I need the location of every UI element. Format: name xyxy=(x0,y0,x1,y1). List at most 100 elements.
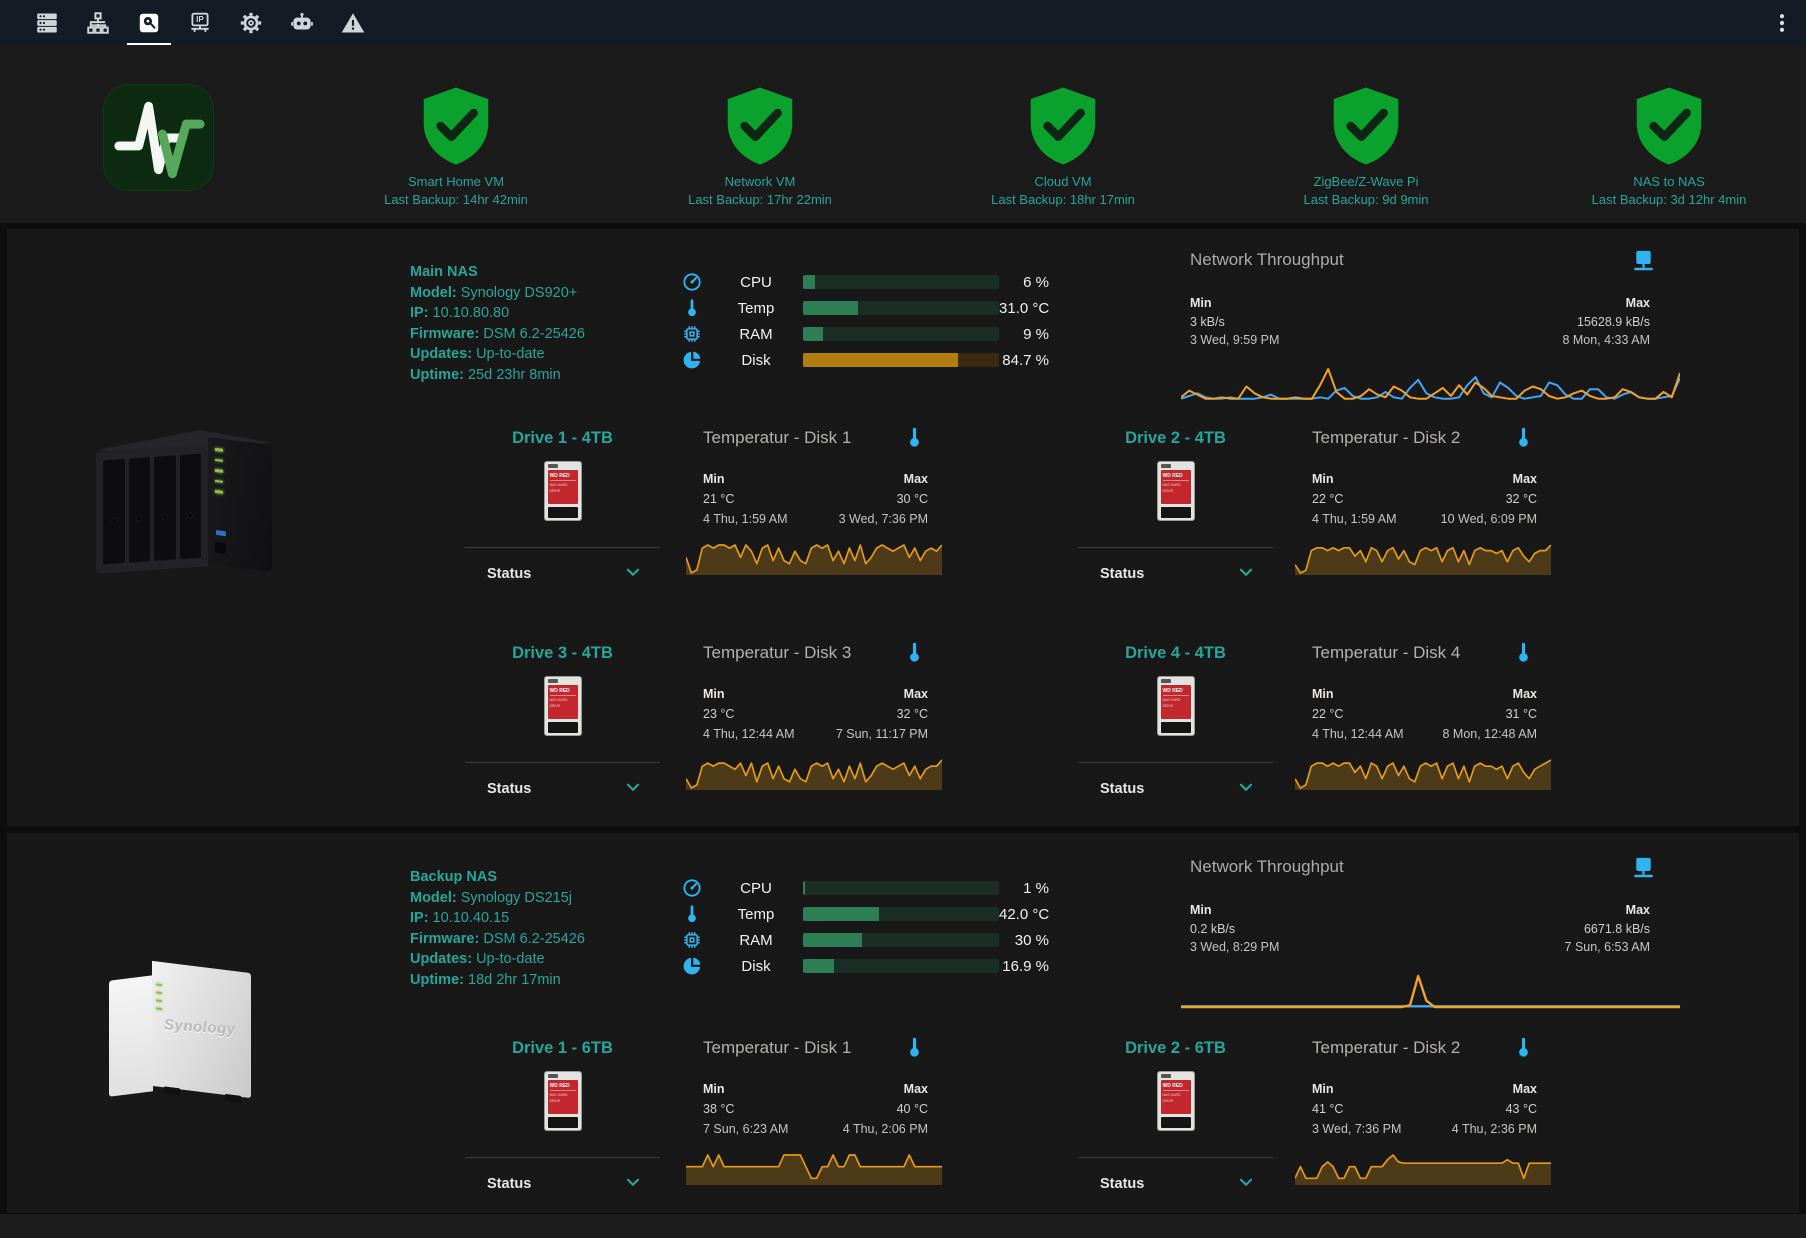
network-computer-icon xyxy=(1630,248,1657,280)
divider xyxy=(465,1157,660,1158)
ram-bar xyxy=(803,933,999,947)
backup-last-time: Last Backup: 18hr 17min xyxy=(913,191,1213,209)
drive-status-toggle[interactable]: Status xyxy=(1078,1167,1273,1201)
disk-temp-title: Temperatur - Disk 1 xyxy=(703,1038,851,1058)
thermometer-icon xyxy=(902,1035,927,1065)
drive-title: Drive 2 - 4TB xyxy=(1078,425,1273,448)
chevron-down-icon[interactable] xyxy=(1235,776,1257,803)
gauge-row-ram: RAM 9 % xyxy=(681,321,1049,347)
thermometer-icon xyxy=(681,903,703,925)
backup-last-time: Last Backup: 9d 9min xyxy=(1216,191,1516,209)
drive-status-toggle[interactable]: Status xyxy=(1078,772,1273,806)
hard-disk-icon[interactable] xyxy=(125,0,173,45)
min-time: 3 Wed, 9:59 PM xyxy=(1190,331,1279,350)
min-label: Min xyxy=(1190,901,1279,920)
settings-gear-icon[interactable] xyxy=(227,0,275,45)
thermometer-icon xyxy=(681,297,703,319)
nas-title: Backup NAS xyxy=(410,867,710,888)
server-rack-icon[interactable] xyxy=(23,0,71,45)
chevron-down-icon[interactable] xyxy=(622,776,644,803)
disk-temp-card-4: Temperatur - Disk 4 Min22 °C4 Thu, 12:44… xyxy=(1293,640,1555,798)
disk-temp-title: Temperatur - Disk 1 xyxy=(703,428,851,448)
gauge-row-cpu: CPU 1 % xyxy=(681,875,1049,901)
drive-card-4: Drive 4 - 4TB WD REDNAS HARD DRIVE Statu… xyxy=(1078,640,1273,818)
disk-bar xyxy=(803,353,999,367)
backup-status-item: Smart Home VMLast Backup: 14hr 42min xyxy=(306,86,606,208)
cpu-bar xyxy=(803,275,999,289)
robot-icon[interactable] xyxy=(278,0,326,45)
backup-name: NAS to NAS xyxy=(1519,173,1806,191)
backup-nas-section: Synology Backup NAS Model: Synology DS21… xyxy=(7,833,1799,1213)
drive-title: Drive 1 - 4TB xyxy=(465,425,660,448)
chevron-down-icon[interactable] xyxy=(1235,561,1257,588)
gauge-row-ram: RAM 30 % xyxy=(681,927,1049,953)
network-throughput-chart xyxy=(1181,366,1680,402)
network-sitemap-icon[interactable] xyxy=(74,0,122,45)
min-label: Min xyxy=(1190,294,1279,313)
disk-bar xyxy=(803,959,999,973)
disk-temp-card-1: Temperatur - Disk 1 Min21 °C4 Thu, 1:59 … xyxy=(684,425,946,583)
bottom-strip xyxy=(0,1214,1806,1238)
main-system-gauges: CPU 6 % Temp 31.0 °C RAM 9 % Disk 84.7 xyxy=(681,269,1049,373)
disk-pie-icon xyxy=(681,955,703,977)
warning-triangle-icon[interactable] xyxy=(329,0,377,45)
drive-status-toggle[interactable]: Status xyxy=(1078,557,1273,591)
drive-title: Drive 3 - 4TB xyxy=(465,640,660,663)
gauge-row-disk: Disk 84.7 % xyxy=(681,347,1049,373)
disk-temp-title: Temperatur - Disk 4 xyxy=(1312,643,1460,663)
disk-temp-title: Temperatur - Disk 3 xyxy=(703,643,851,663)
divider xyxy=(465,762,660,763)
backup-status-item: Network VMLast Backup: 17hr 22min xyxy=(610,86,910,208)
drive-title: Drive 1 - 6TB xyxy=(465,1035,660,1058)
chevron-down-icon[interactable] xyxy=(1235,1171,1257,1198)
cpu-bar xyxy=(803,881,999,895)
ip-network-icon[interactable]: IP xyxy=(176,0,224,45)
disk-temp-title: Temperatur - Disk 2 xyxy=(1312,428,1460,448)
disk-temp-chart xyxy=(686,542,942,575)
thermometer-icon xyxy=(1511,425,1536,455)
network-throughput-chart xyxy=(1181,973,1680,1009)
drive-card-2: Drive 2 - 4TB WD REDNAS HARD DRIVE Statu… xyxy=(1078,425,1273,603)
backup-status-item: ZigBee/Z-Wave PiLast Backup: 9d 9min xyxy=(1216,86,1516,208)
drive-title: Drive 4 - 4TB xyxy=(1078,640,1273,663)
nas-dashboard: IP Smart Home VMLast Backup: 14hr 42min xyxy=(0,0,1806,1238)
drive-status-toggle[interactable]: Status xyxy=(465,1167,660,1201)
backup-name: Smart Home VM xyxy=(306,173,606,191)
nas-title: Main NAS xyxy=(410,262,710,283)
chevron-down-icon[interactable] xyxy=(622,1171,644,1198)
disk-temp-card-2: Temperatur - Disk 2 Min22 °C4 Thu, 1:59 … xyxy=(1293,425,1555,583)
max-value: 15628.9 kB/s xyxy=(1562,313,1650,332)
main-nas-section: Main NAS Model: Synology DS920+ IP: 10.1… xyxy=(7,229,1799,826)
max-time: 8 Mon, 4:33 AM xyxy=(1562,331,1650,350)
disk-temp-chart xyxy=(1295,1152,1551,1185)
top-navigation-bar: IP xyxy=(0,0,1806,45)
network-computer-icon xyxy=(1630,855,1657,887)
drive-card-3: Drive 3 - 4TB WD REDNAS HARD DRIVE Statu… xyxy=(465,640,660,818)
shield-check-icon xyxy=(419,86,493,166)
nav-tabs: IP xyxy=(23,0,377,45)
max-time: 7 Sun, 6:53 AM xyxy=(1565,938,1650,957)
thermometer-icon xyxy=(902,425,927,455)
min-value: 0.2 kB/s xyxy=(1190,920,1279,939)
temp-bar xyxy=(803,907,999,921)
max-label: Max xyxy=(1565,901,1650,920)
gauge-icon xyxy=(681,877,703,899)
kebab-menu-icon[interactable] xyxy=(1768,9,1796,37)
drive-status-toggle[interactable]: Status xyxy=(465,772,660,806)
svg-text:IP: IP xyxy=(196,15,204,24)
backup-status-strip: Smart Home VMLast Backup: 14hr 42min Net… xyxy=(0,45,1806,223)
min-time: 3 Wed, 8:29 PM xyxy=(1190,938,1279,957)
drive-card-2: Drive 2 - 6TB WD REDNAS HARD DRIVE Statu… xyxy=(1078,1035,1273,1213)
chip-icon xyxy=(681,323,703,345)
card-title: Network Throughput xyxy=(1190,250,1344,270)
backup-name: Cloud VM xyxy=(913,173,1213,191)
shield-check-icon xyxy=(1026,86,1100,166)
backup-last-time: Last Backup: 14hr 42min xyxy=(306,191,606,209)
thermometer-icon xyxy=(1511,640,1536,670)
wd-red-drive-photo: WD REDNAS HARD DRIVE xyxy=(545,462,581,520)
backup-last-time: Last Backup: 3d 12hr 4min xyxy=(1519,191,1806,209)
drive-status-toggle[interactable]: Status xyxy=(465,557,660,591)
disk-temp-card-1: Temperatur - Disk 1 Min38 °C7 Sun, 6:23 … xyxy=(684,1035,946,1193)
chevron-down-icon[interactable] xyxy=(622,561,644,588)
temp-bar xyxy=(803,301,999,315)
